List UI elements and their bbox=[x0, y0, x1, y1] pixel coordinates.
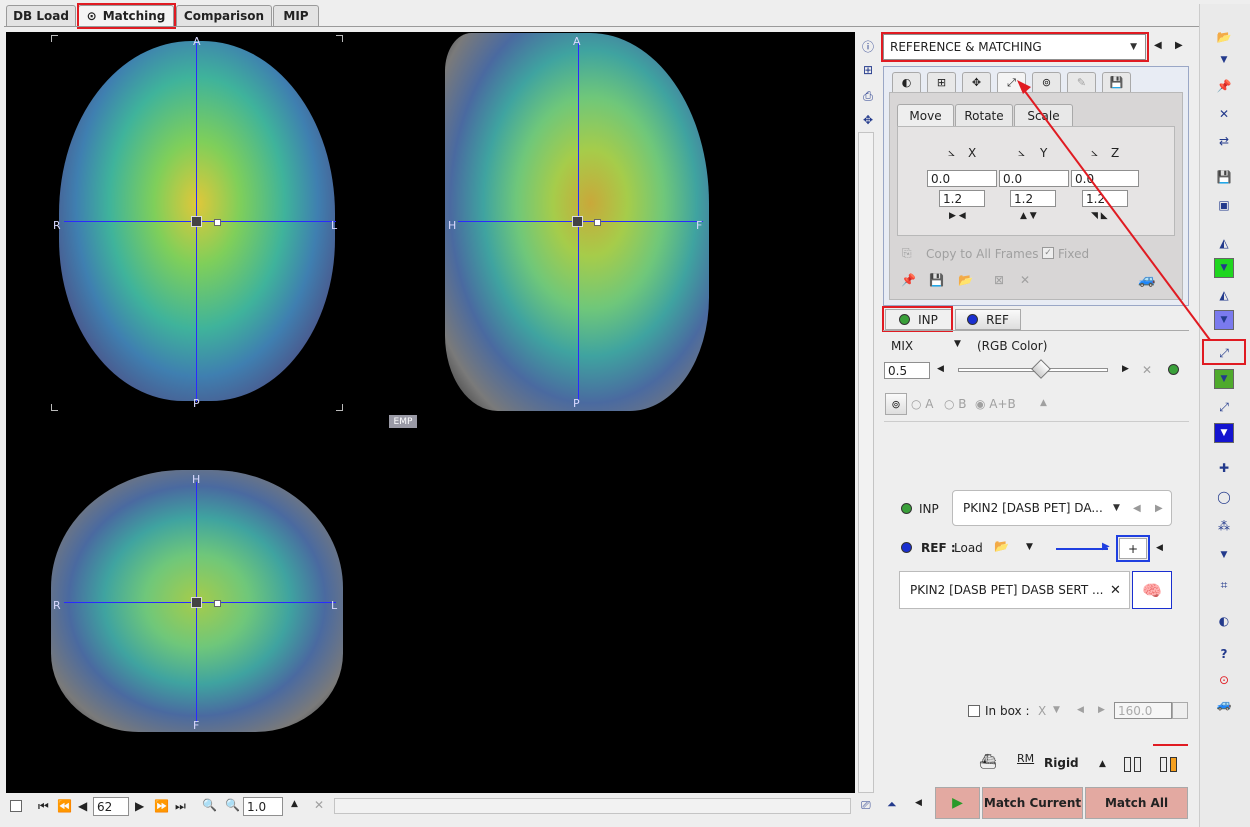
annotation-arrow bbox=[1017, 80, 1211, 341]
